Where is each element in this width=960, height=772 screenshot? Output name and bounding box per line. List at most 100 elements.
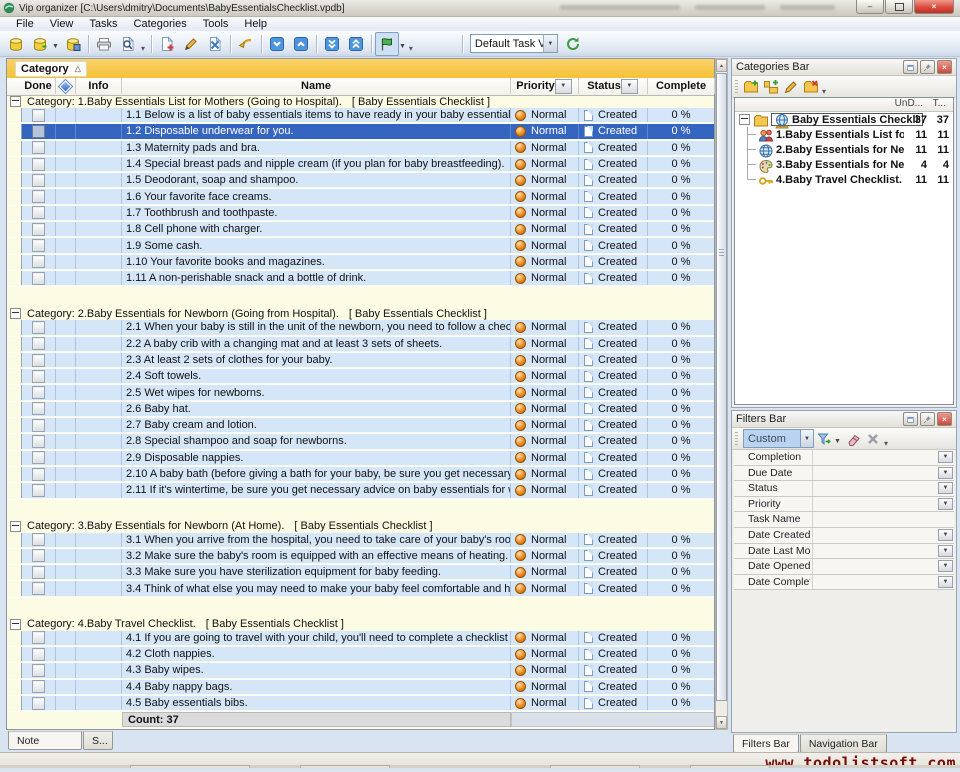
done-cell[interactable]	[21, 581, 56, 595]
panel-close-icon[interactable]: ×	[937, 412, 952, 426]
done-checkbox[interactable]	[32, 582, 45, 595]
status-cell[interactable]: Created	[579, 385, 648, 399]
task-row[interactable]: 1.6 Your favorite face creams.NormalCrea…	[7, 189, 714, 205]
print-preview-button[interactable]	[116, 32, 140, 56]
priority-cell[interactable]: Normal	[511, 108, 579, 122]
done-checkbox[interactable]	[32, 174, 45, 187]
task-name-cell[interactable]: 1.3 Maternity pads and bra.	[122, 141, 511, 155]
toolbar-overflow-icon[interactable]: ▾	[141, 44, 145, 53]
dropdown-caret-icon[interactable]: ▼	[52, 43, 59, 50]
task-row[interactable]: 4.1 If you are going to travel with your…	[7, 631, 714, 647]
complete-cell[interactable]: 0 %	[648, 533, 714, 547]
done-checkbox[interactable]	[32, 697, 45, 710]
priority-cell[interactable]: Normal	[511, 451, 579, 465]
status-cell[interactable]: Created	[579, 402, 648, 416]
done-cell[interactable]	[21, 189, 56, 203]
task-row[interactable]: 2.1 When your baby is still in the unit …	[7, 320, 714, 336]
task-name-cell[interactable]: 2.3 At least 2 sets of clothes for your …	[122, 353, 511, 367]
column-header-stat[interactable]: Status▼	[579, 78, 648, 94]
complete-cell[interactable]: 0 %	[648, 206, 714, 220]
task-name-cell[interactable]: 1.8 Cell phone with charger.	[122, 222, 511, 236]
complete-cell[interactable]: 0 %	[648, 631, 714, 645]
tree-item-category[interactable]: 3.Baby Essentials for Newborn44	[735, 157, 953, 172]
task-name-cell[interactable]: 1.6 Your favorite face creams.	[122, 189, 511, 203]
task-row[interactable]: 2.8 Special shampoo and soap for newborn…	[7, 434, 714, 450]
filter-dropdown-icon[interactable]: ▼	[938, 560, 953, 572]
task-name-cell[interactable]: 3.2 Make sure the baby's room is equippe…	[122, 549, 511, 563]
scroll-up-icon[interactable]: ▲	[716, 59, 727, 72]
task-name-cell[interactable]: 2.8 Special shampoo and soap for newborn…	[122, 434, 511, 448]
category-group-row[interactable]: Category: 3.Baby Essentials for Newborn …	[7, 520, 714, 533]
complete-cell[interactable]: 0 %	[648, 108, 714, 122]
done-cell[interactable]	[21, 663, 56, 677]
move-up-button[interactable]	[289, 32, 313, 56]
priority-cell[interactable]: Normal	[511, 353, 579, 367]
done-checkbox[interactable]	[32, 386, 45, 399]
complete-cell[interactable]: 0 %	[648, 189, 714, 203]
complete-cell[interactable]: 0 %	[648, 663, 714, 677]
done-checkbox[interactable]	[32, 272, 45, 285]
filter-row-date-created[interactable]: Date Created▼	[734, 528, 954, 544]
task-name-cell[interactable]: 4.4 Baby nappy bags.	[122, 680, 511, 694]
eraser-button[interactable]	[843, 430, 863, 448]
curved-arrow-button[interactable]	[234, 32, 258, 56]
done-cell[interactable]	[21, 565, 56, 579]
task-row[interactable]: 1.9 Some cash.NormalCreated0 %	[7, 238, 714, 254]
priority-cell[interactable]: Normal	[511, 271, 579, 285]
combo-dropdown-icon[interactable]: ▼	[543, 35, 557, 52]
task-name-cell[interactable]: 2.11 If it's wintertime, be sure you get…	[122, 483, 511, 497]
done-checkbox[interactable]	[32, 158, 45, 171]
filter-dropdown-icon[interactable]: ▼	[621, 79, 638, 94]
task-row[interactable]: 3.4 Think of what else you may need to m…	[7, 581, 714, 597]
task-row[interactable]: 1.4 Special breast pads and nipple cream…	[7, 157, 714, 173]
status-cell[interactable]: Created	[579, 238, 648, 252]
priority-cell[interactable]: Normal	[511, 663, 579, 677]
complete-cell[interactable]: 0 %	[648, 696, 714, 710]
category-group-row[interactable]: Category: 4.Baby Travel Checklist.[ Baby…	[7, 618, 714, 631]
complete-cell[interactable]: 0 %	[648, 141, 714, 155]
done-checkbox[interactable]	[32, 435, 45, 448]
status-cell[interactable]: Created	[579, 320, 648, 334]
panel-pin-icon[interactable]	[920, 60, 935, 74]
done-checkbox[interactable]	[32, 648, 45, 661]
filter-dropdown-icon[interactable]: ▼	[938, 576, 953, 588]
priority-cell[interactable]: Normal	[511, 385, 579, 399]
task-row[interactable]: 1.2 Disposable underwear for you.NormalC…	[7, 124, 714, 140]
priority-cell[interactable]: Normal	[511, 434, 579, 448]
column-header-attachment[interactable]	[56, 78, 76, 94]
filter-dropdown-icon[interactable]: ▼	[938, 451, 953, 463]
dropdown-caret-icon[interactable]: ▼	[399, 43, 406, 50]
done-cell[interactable]	[21, 533, 56, 547]
complete-cell[interactable]: 0 %	[648, 255, 714, 269]
done-cell[interactable]	[21, 680, 56, 694]
done-cell[interactable]	[21, 451, 56, 465]
done-checkbox[interactable]	[32, 141, 45, 154]
done-checkbox[interactable]	[32, 239, 45, 252]
complete-cell[interactable]: 0 %	[648, 271, 714, 285]
done-checkbox[interactable]	[32, 223, 45, 236]
status-cell[interactable]: Created	[579, 663, 648, 677]
status-cell[interactable]: Created	[579, 565, 648, 579]
tree-item-category[interactable]: 4.Baby Travel Checklist.1111	[735, 172, 953, 187]
task-name-cell[interactable]: 3.3 Make sure you have sterilization equ…	[122, 565, 511, 579]
clear-x-button[interactable]	[863, 430, 883, 448]
tree-item-category[interactable]: 2.Baby Essentials for Newborn1111	[735, 142, 953, 157]
menu-file[interactable]: File	[8, 17, 42, 31]
status-cell[interactable]: Created	[579, 157, 648, 171]
group-by-category-chip[interactable]: Category △	[15, 61, 87, 77]
new-category-button[interactable]	[741, 78, 761, 96]
complete-cell[interactable]: 0 %	[648, 581, 714, 595]
task-row[interactable]: 2.3 At least 2 sets of clothes for your …	[7, 353, 714, 369]
task-row[interactable]: 2.9 Disposable nappies.NormalCreated0 %	[7, 451, 714, 467]
priority-cell[interactable]: Normal	[511, 549, 579, 563]
task-row[interactable]: 2.6 Baby hat.NormalCreated0 %	[7, 402, 714, 418]
task-row[interactable]: 3.1 When you arrive from the hospital, y…	[7, 533, 714, 549]
done-checkbox[interactable]	[32, 419, 45, 432]
task-name-cell[interactable]: 1.7 Toothbrush and toothpaste.	[122, 206, 511, 220]
tab-note[interactable]: Note	[8, 731, 82, 750]
priority-cell[interactable]: Normal	[511, 206, 579, 220]
complete-cell[interactable]: 0 %	[648, 369, 714, 383]
priority-cell[interactable]: Normal	[511, 533, 579, 547]
category-group-row[interactable]: Category: 2.Baby Essentials for Newborn …	[7, 307, 714, 320]
done-cell[interactable]	[21, 320, 56, 334]
